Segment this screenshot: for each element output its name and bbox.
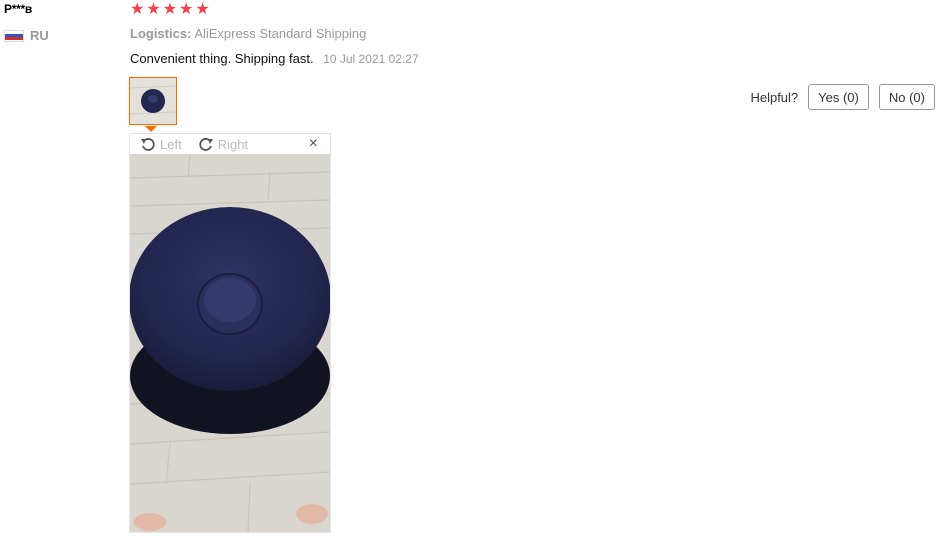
reviewer-country: RU xyxy=(4,28,49,43)
rotate-left-label: Left xyxy=(160,136,182,152)
review-photo-image xyxy=(130,154,330,532)
close-icon[interactable]: × xyxy=(309,135,318,153)
review-photo xyxy=(130,154,330,532)
rotate-right-button[interactable]: Right xyxy=(198,136,248,152)
photo-viewer: Left Right × xyxy=(129,133,331,533)
star-rating: ★ ★ ★ ★ ★ xyxy=(130,1,210,19)
viewer-toolbar: Left Right × xyxy=(130,134,330,154)
star-icon: ★ xyxy=(179,1,194,18)
rotate-left-button[interactable]: Left xyxy=(140,136,182,152)
reviewer-name: P***в xyxy=(4,2,32,16)
helpful-yes-button[interactable]: Yes (0) xyxy=(808,84,869,110)
rotate-left-icon xyxy=(141,138,155,151)
logistics-label: Logistics: xyxy=(130,26,192,41)
logistics-value: AliExpress Standard Shipping xyxy=(194,26,367,41)
rotate-right-label: Right xyxy=(217,136,249,152)
star-icon: ★ xyxy=(130,1,145,18)
helpful-label: Helpful? xyxy=(750,89,799,105)
country-code: RU xyxy=(30,28,49,43)
rotate-right-icon xyxy=(199,138,213,151)
helpful-vote: Helpful? Yes (0) No (0) xyxy=(750,84,935,110)
thumbnail-image xyxy=(130,78,176,124)
helpful-no-button[interactable]: No (0) xyxy=(878,84,935,110)
star-icon: ★ xyxy=(162,1,178,18)
review-content: Convenient thing. Shipping fast. 10 Jul … xyxy=(130,51,419,66)
logistics-info: Logistics: AliExpress Standard Shipping xyxy=(130,26,366,41)
review-text: Convenient thing. Shipping fast. xyxy=(130,51,314,66)
reviewer-info: P***в RU xyxy=(4,2,49,43)
star-icon: ★ xyxy=(146,1,161,18)
star-icon: ★ xyxy=(195,1,210,18)
thumbnail-caret xyxy=(145,126,157,132)
review-photo-thumbnail[interactable] xyxy=(129,77,177,125)
review-date: 10 Jul 2021 02:27 xyxy=(323,52,419,66)
russia-flag-icon xyxy=(4,29,24,42)
